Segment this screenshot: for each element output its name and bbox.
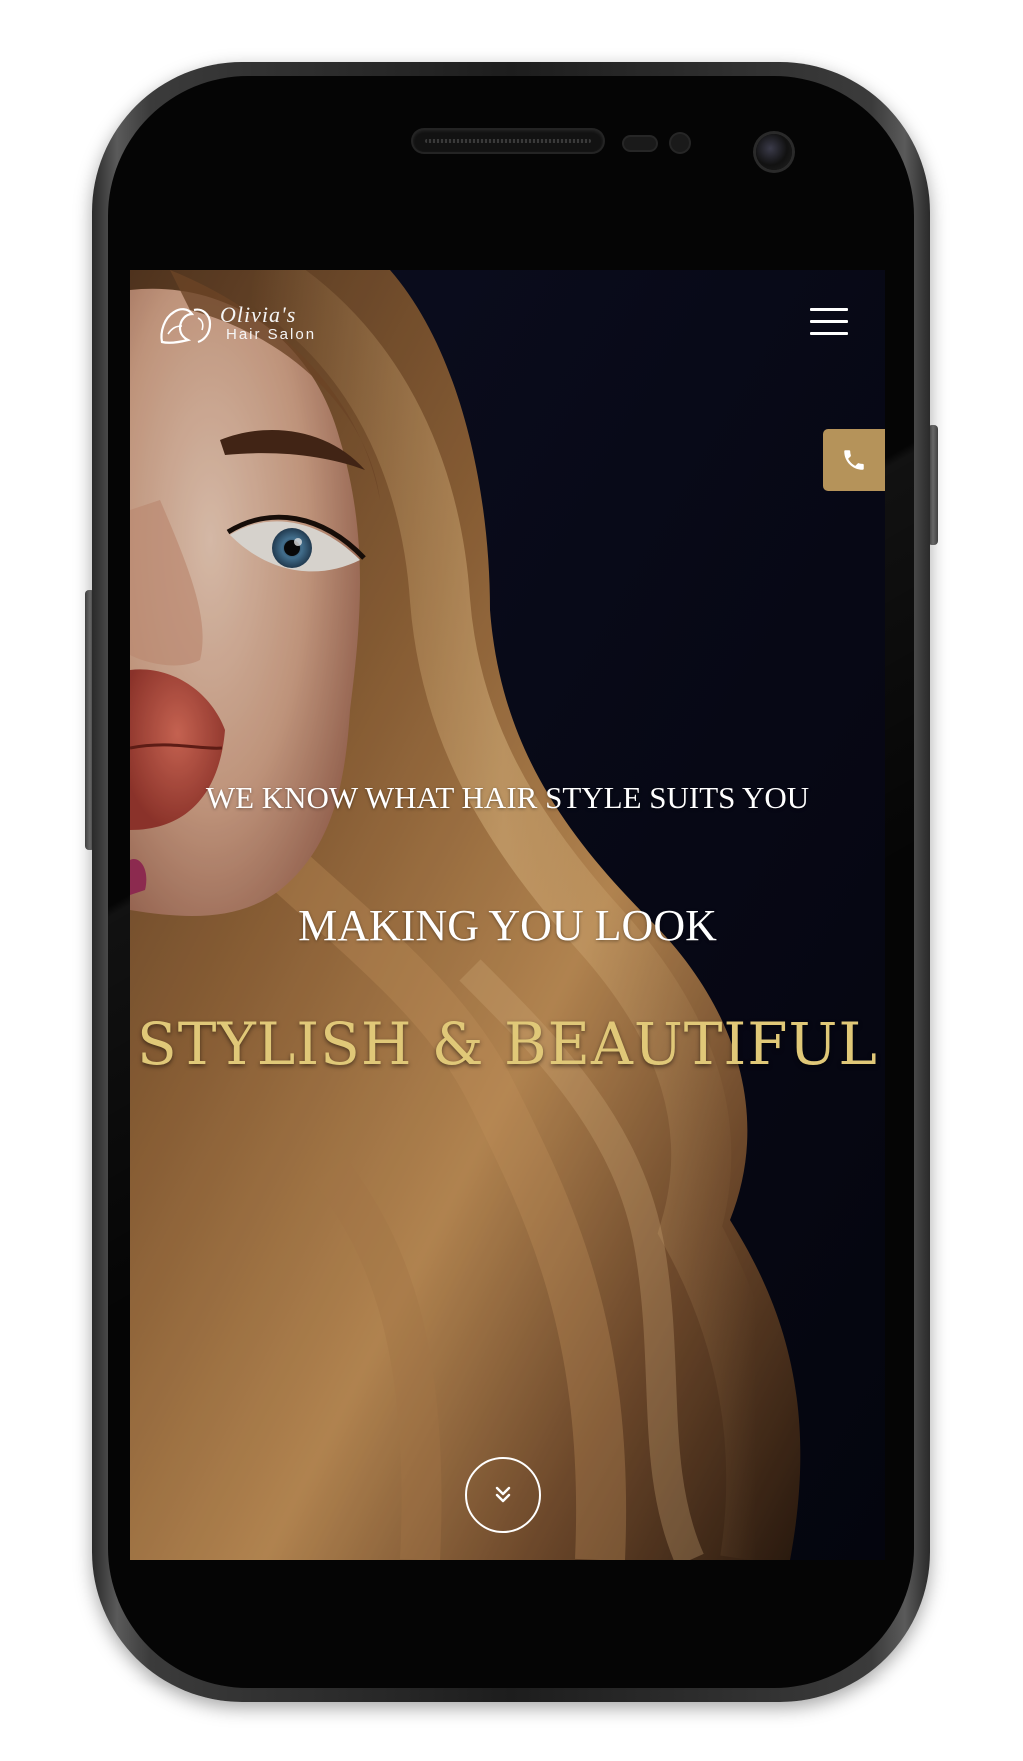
call-button[interactable] bbox=[823, 429, 885, 491]
menu-bar bbox=[810, 308, 848, 311]
logo-subtitle: Hair Salon bbox=[226, 326, 317, 343]
hero-highlight-heading: STYLISH & BEAUTIFUL bbox=[137, 1010, 878, 1078]
hero-tagline: WE KNOW WHAT HAIR STYLE SUITS YOU bbox=[205, 780, 810, 815]
hero-heading: MAKING YOU LOOK bbox=[298, 901, 717, 950]
menu-bar bbox=[810, 332, 848, 335]
phone-icon bbox=[844, 450, 864, 470]
phone-proximity-sensor bbox=[624, 137, 656, 150]
phone-speaker bbox=[413, 130, 603, 152]
phone-front-camera bbox=[756, 134, 792, 170]
phone-screen: Olivia's Hair Salon WE KNOW WHAT HAIR ST… bbox=[130, 270, 885, 1560]
hamburger-menu-button[interactable] bbox=[810, 306, 850, 340]
site-logo[interactable]: Olivia's Hair Salon bbox=[158, 302, 348, 350]
menu-bar bbox=[810, 320, 848, 323]
double-chevron-down-icon bbox=[495, 1486, 511, 1503]
woman-silhouette-icon bbox=[160, 308, 212, 344]
stage: Olivia's Hair Salon WE KNOW WHAT HAIR ST… bbox=[0, 0, 1023, 1761]
phone-light-sensor bbox=[671, 134, 689, 152]
logo-script-text: Olivia's bbox=[220, 302, 297, 327]
scroll-down-button[interactable] bbox=[465, 1457, 541, 1533]
